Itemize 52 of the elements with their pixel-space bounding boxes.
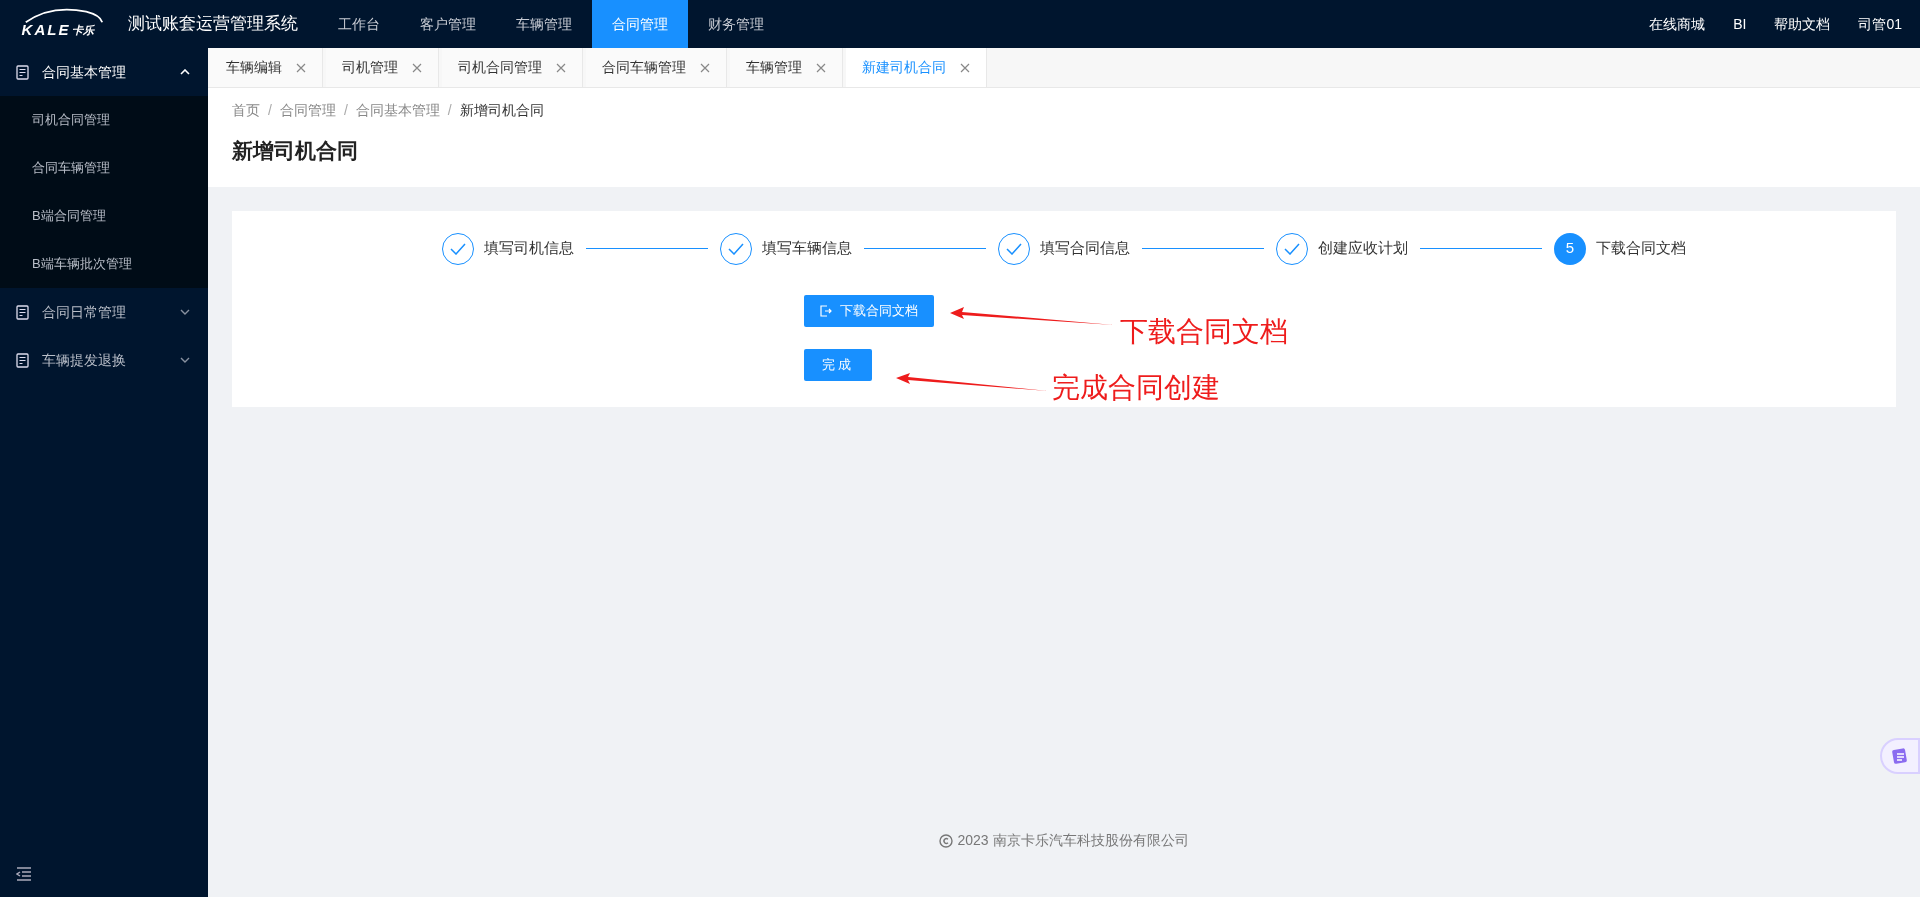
header-link[interactable]: BI <box>1733 13 1747 35</box>
logo: KALE 卡乐 <box>19 8 101 40</box>
sidebar-group[interactable]: 合同日常管理 <box>0 288 208 336</box>
step-label: 填写合同信息 <box>1040 238 1130 259</box>
header-link[interactable]: 司管01 <box>1858 13 1902 35</box>
close-icon[interactable] <box>556 62 566 73</box>
step-label: 填写司机信息 <box>484 238 574 259</box>
breadcrumb-separator: / <box>343 101 348 120</box>
breadcrumb-link[interactable]: 合同基本管理 <box>355 100 440 121</box>
annotation-text: 下载合同文档 <box>1120 314 1288 349</box>
step-number: 5 <box>1554 232 1586 265</box>
document-icon <box>1891 747 1909 765</box>
sidebar-item[interactable]: 合同车辆管理 <box>0 144 208 192</box>
copyright-icon <box>939 833 954 848</box>
export-icon <box>820 304 832 317</box>
collapse-menu-icon[interactable] <box>16 867 32 881</box>
close-icon[interactable] <box>700 62 710 73</box>
sidebar-item[interactable]: B端合同管理 <box>0 192 208 240</box>
sidebar-item[interactable]: B端车辆批次管理 <box>0 240 208 288</box>
header-link[interactable]: 帮助文档 <box>1774 13 1831 35</box>
breadcrumb-link[interactable]: 合同管理 <box>279 100 336 121</box>
document-icon <box>16 64 30 80</box>
breadcrumb-separator: / <box>447 101 452 120</box>
document-icon <box>16 352 30 368</box>
nav-tab[interactable]: 财务管理 <box>688 0 784 48</box>
close-icon[interactable] <box>412 62 422 73</box>
step-label: 填写车辆信息 <box>762 238 852 259</box>
breadcrumb-link[interactable]: 首页 <box>232 100 260 121</box>
nav-tab[interactable]: 工作台 <box>318 0 400 48</box>
step-label: 下载合同文档 <box>1596 238 1686 259</box>
floating-widget[interactable] <box>1880 738 1920 774</box>
chevron-down-icon <box>180 309 190 315</box>
app-title: 测试账套运营管理系统 <box>128 13 298 36</box>
footer-text: 2023 南京卡乐汽车科技股份有限公司 <box>957 831 1189 850</box>
logo-swoosh-icon <box>23 8 104 24</box>
chevron-down-icon <box>180 357 190 363</box>
close-icon[interactable] <box>816 62 826 73</box>
close-icon[interactable] <box>296 62 306 73</box>
page-title: 新增司机合同 <box>232 138 359 164</box>
breadcrumb-current: 新增司机合同 <box>459 101 544 120</box>
sidebar-group[interactable]: 合同基本管理 <box>0 48 208 96</box>
step-label: 创建应收计划 <box>1318 238 1408 259</box>
nav-tab[interactable]: 客户管理 <box>400 0 496 48</box>
close-icon[interactable] <box>960 62 970 73</box>
sidebar-group[interactable]: 车辆提发退换 <box>0 336 208 384</box>
breadcrumb-separator: / <box>268 101 272 120</box>
document-icon <box>16 304 30 320</box>
nav-tab[interactable]: 车辆管理 <box>496 0 592 48</box>
annotation-text: 完成合同创建 <box>1052 370 1220 405</box>
sidebar-item[interactable]: 司机合同管理 <box>0 96 208 144</box>
header-link[interactable]: 在线商城 <box>1649 13 1706 35</box>
chevron-up-icon <box>180 69 190 75</box>
